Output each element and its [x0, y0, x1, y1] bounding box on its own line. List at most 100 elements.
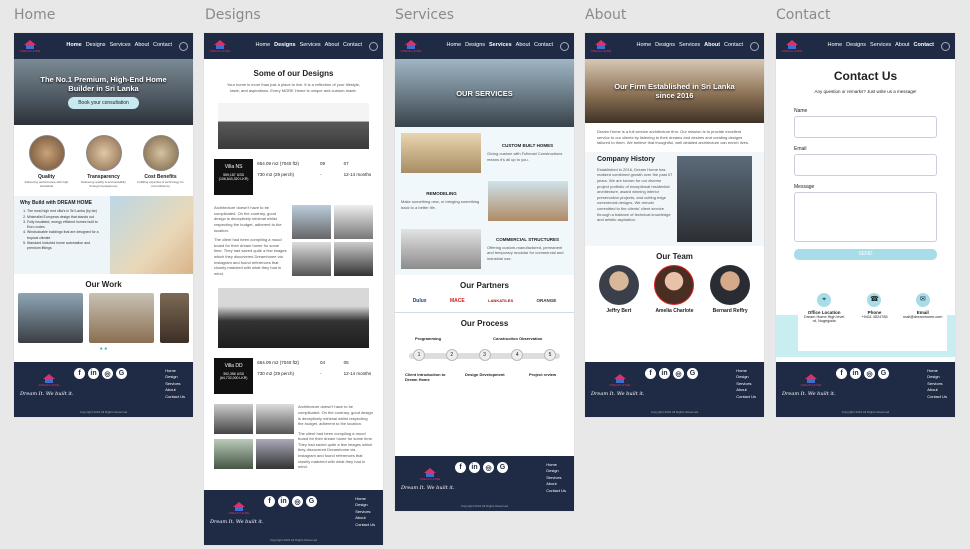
instagram-icon[interactable]: ◎ — [673, 368, 684, 379]
nav-services[interactable]: Services — [870, 42, 891, 51]
nav-home[interactable]: Home — [828, 42, 843, 51]
footer: DREAM HOME Dream It. We built it. f in ◎ G … — [776, 362, 955, 417]
work-image[interactable] — [18, 293, 83, 344]
facebook-icon[interactable]: f — [74, 368, 85, 379]
facebook-icon[interactable]: f — [455, 462, 466, 473]
story-image[interactable] — [334, 205, 373, 240]
nav-designs[interactable]: Designs — [86, 42, 106, 51]
work-image[interactable] — [159, 293, 189, 344]
instagram-icon[interactable]: ◎ — [483, 462, 494, 473]
logo[interactable]: DREAM HOME — [590, 39, 612, 53]
footer-link[interactable]: Contact Us — [546, 488, 566, 494]
linkedin-icon[interactable]: in — [659, 368, 670, 379]
nav-designs[interactable]: Designs — [846, 42, 866, 51]
nav-about[interactable]: About — [895, 42, 909, 51]
send-button[interactable]: SEND — [794, 249, 937, 260]
user-icon[interactable] — [369, 41, 378, 51]
footer-link[interactable]: Contact Us — [927, 394, 947, 400]
logo[interactable]: DREAM HOME — [209, 39, 231, 53]
nav-services[interactable]: Services — [679, 42, 700, 51]
story-text: The client had been compiling a mood boa… — [214, 237, 287, 276]
nav-designs[interactable]: Designs — [655, 42, 675, 51]
google-icon[interactable]: G — [497, 462, 508, 473]
story-image[interactable] — [292, 205, 331, 240]
nav-contact[interactable]: Contact — [534, 42, 553, 51]
linkedin-icon[interactable]: in — [850, 368, 861, 379]
instagram-icon[interactable]: ◎ — [292, 496, 303, 507]
team-list: Jeffry Bert Amelia Charlote Bernard Reff… — [585, 264, 764, 314]
nav-home[interactable]: Home — [637, 42, 652, 51]
name-input[interactable] — [794, 116, 937, 138]
work-image[interactable] — [88, 293, 154, 344]
user-icon[interactable] — [941, 41, 950, 51]
footer-link[interactable]: Contact Us — [736, 394, 756, 400]
hero-banner: The No.1 Premium, High-End Home Builder … — [14, 59, 193, 125]
nav-designs[interactable]: Designs — [274, 42, 295, 51]
facebook-icon[interactable]: f — [264, 496, 275, 507]
nav-contact[interactable]: Contact — [343, 42, 362, 51]
instagram-icon[interactable]: ◎ — [102, 368, 113, 379]
process-step: 1 — [413, 349, 425, 361]
user-icon[interactable] — [179, 41, 188, 51]
linkedin-icon[interactable]: in — [88, 368, 99, 379]
logo[interactable]: DREAM HOME — [400, 39, 422, 53]
footer-link[interactable]: Contact Us — [355, 522, 375, 528]
phone-number[interactable]: +9411 4524785 — [854, 315, 894, 319]
carousel-dots[interactable]: ● ● — [14, 346, 193, 352]
facebook-icon[interactable]: f — [836, 368, 847, 379]
story-image[interactable] — [214, 404, 253, 435]
linkedin-icon[interactable]: in — [278, 496, 289, 507]
nav-services[interactable]: Services — [489, 42, 512, 51]
why-item: Standard included home automation and pr… — [27, 241, 104, 252]
home-frame: DREAM HOME Home Designs Services About Conta… — [14, 33, 193, 417]
facebook-icon[interactable]: f — [645, 368, 656, 379]
email-address[interactable]: mail@dreamhome.com — [903, 315, 943, 319]
partner-logo[interactable]: ORANGE — [537, 298, 557, 304]
partner-logo[interactable]: MACE — [450, 298, 465, 304]
process-step: 5 — [544, 349, 556, 361]
google-icon[interactable]: G — [306, 496, 317, 507]
nav-home[interactable]: Home — [66, 42, 81, 51]
nav-services[interactable]: Services — [110, 42, 131, 51]
instagram-icon[interactable]: ◎ — [864, 368, 875, 379]
nav-services[interactable]: Services — [300, 42, 321, 51]
nav-contact[interactable]: Contact — [724, 42, 743, 51]
google-icon[interactable]: G — [687, 368, 698, 379]
logo[interactable]: DREAM HOME — [19, 39, 41, 53]
footer-link[interactable]: Contact Us — [165, 394, 185, 400]
partner-logo[interactable]: Dulux — [413, 298, 427, 304]
user-icon[interactable] — [560, 41, 569, 51]
villa-ns-image[interactable] — [218, 103, 369, 150]
footer-slogan: Dream It. We built it. — [591, 391, 645, 397]
logo[interactable]: DREAM HOME — [781, 39, 803, 53]
story-image[interactable] — [334, 242, 373, 277]
google-icon[interactable]: G — [116, 368, 127, 379]
nav-about[interactable]: About — [704, 42, 720, 51]
nav-home[interactable]: Home — [446, 42, 461, 51]
partner-logo[interactable]: LANKATILES — [488, 298, 513, 304]
process-step: 4 — [511, 349, 524, 361]
nav-contact[interactable]: Contact — [153, 42, 172, 51]
nav-home[interactable]: Home — [255, 42, 270, 51]
villa-ns-card: Villa NS 559,187 USD (106,843,320 LKR) — [214, 159, 254, 196]
nav-designs[interactable]: Designs — [465, 42, 485, 51]
team-avatar — [598, 264, 639, 305]
nav-about[interactable]: About — [516, 42, 530, 51]
nav-about[interactable]: About — [325, 42, 339, 51]
nav-contact[interactable]: Contact — [914, 42, 934, 51]
story-image[interactable] — [255, 404, 294, 435]
nav-about[interactable]: About — [135, 42, 149, 51]
story-image[interactable] — [255, 438, 294, 469]
consult-button[interactable]: Book your consultation — [68, 97, 139, 109]
villa-dd-image[interactable] — [218, 288, 369, 349]
email-input[interactable] — [794, 154, 937, 176]
story-image[interactable] — [292, 242, 331, 277]
user-icon[interactable] — [750, 41, 759, 51]
message-input[interactable] — [794, 192, 937, 242]
story-image[interactable] — [214, 438, 253, 469]
google-icon[interactable]: G — [878, 368, 889, 379]
process-step: 3 — [478, 349, 491, 361]
linkedin-icon[interactable]: in — [469, 462, 480, 473]
team-name: Jeffry Bert — [606, 307, 632, 314]
social-links: f in ◎ G — [264, 496, 317, 507]
